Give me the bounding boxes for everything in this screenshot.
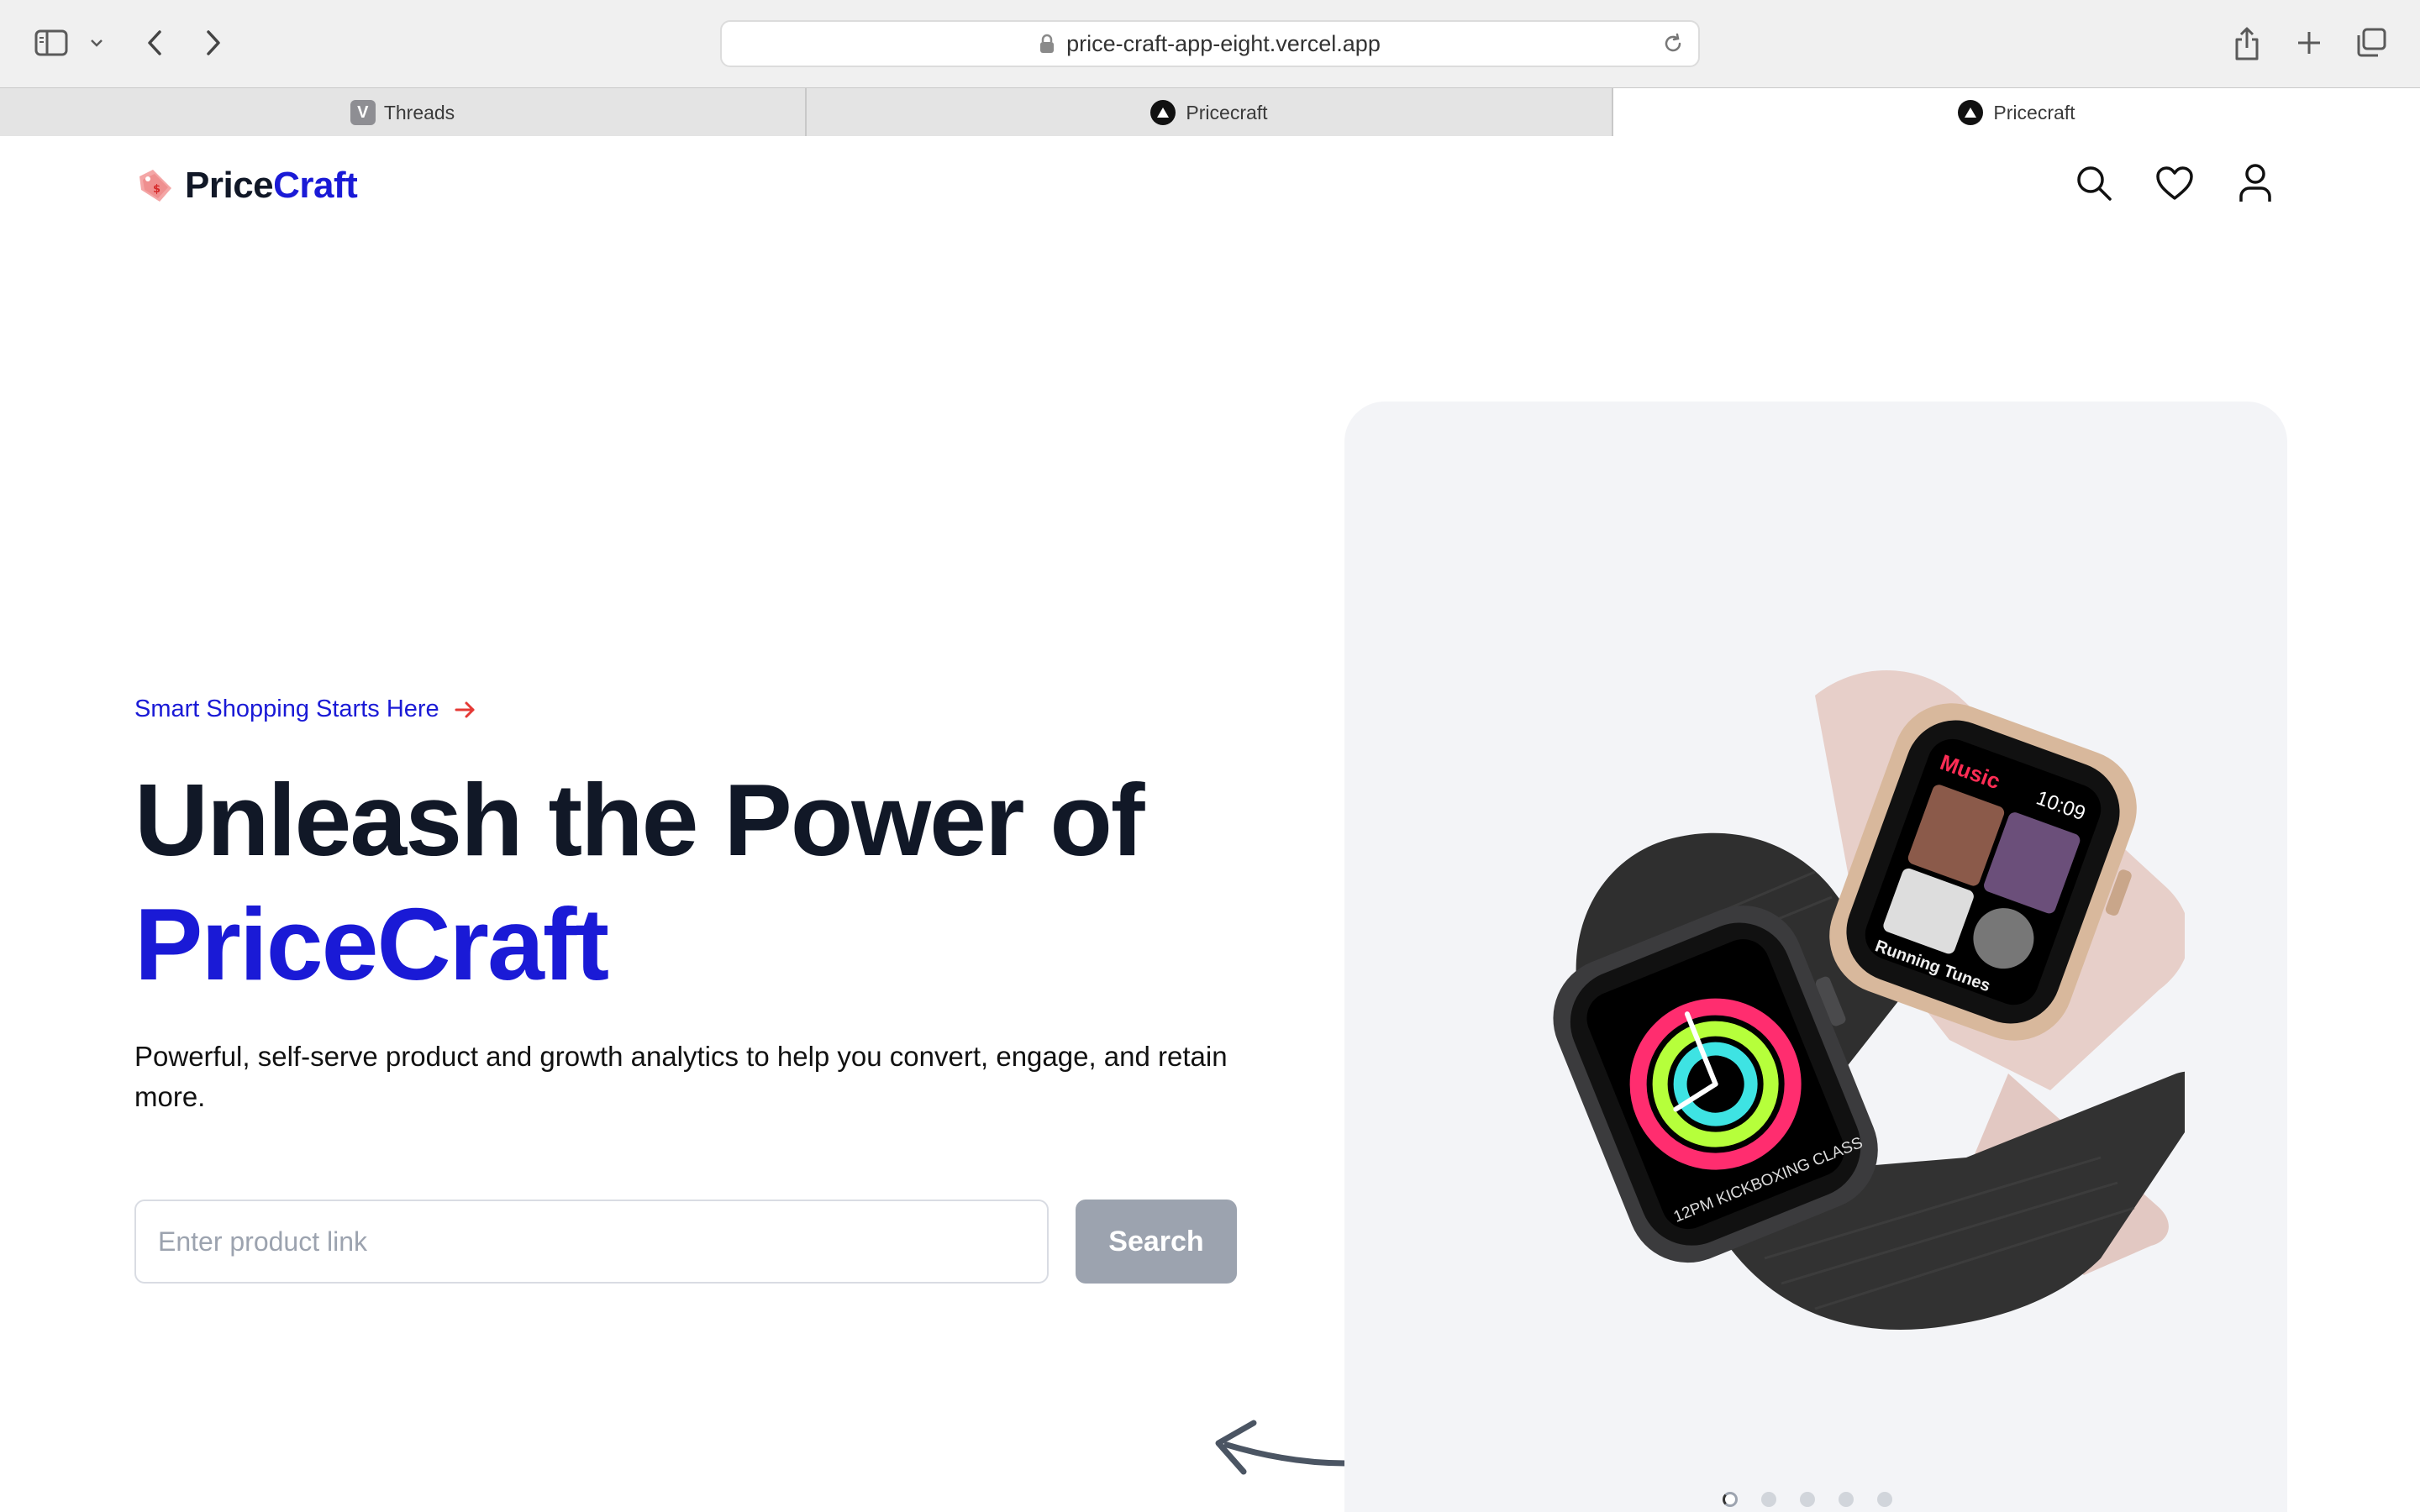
forward-icon[interactable] <box>198 25 229 60</box>
threads-favicon-icon: V <box>350 100 376 125</box>
user-icon[interactable] <box>2233 161 2277 205</box>
hero-title-line1: Unleash the Power of <box>134 763 1145 877</box>
hero-tagline[interactable]: Smart Shopping Starts Here <box>134 696 476 723</box>
address-bar[interactable]: price-craft-app-eight.vercel.app <box>720 20 1700 67</box>
hero-description: Powerful, self-serve product and growth … <box>134 1041 1228 1112</box>
smartwatch-product-image: Music 10:09 Running Tunes 12PM KICKBOXIN… <box>1553 670 2185 1330</box>
browser-toolbar: price-craft-app-eight.vercel.app <box>0 0 2420 87</box>
triangle-favicon-icon <box>1958 100 1984 125</box>
tab-title: Pricecraft <box>1186 101 1268 123</box>
triangle-favicon-icon <box>1150 100 1176 125</box>
sidebar-toggle-icon[interactable] <box>32 25 71 60</box>
lock-icon <box>1040 34 1055 53</box>
product-carousel[interactable]: Music 10:09 Running Tunes 12PM KICKBOXIN… <box>1344 402 2287 1512</box>
price-tag-logo-icon: $ <box>139 170 171 202</box>
share-icon[interactable] <box>2228 24 2265 64</box>
product-link-input[interactable] <box>134 1200 1049 1284</box>
hero-title-brand: PriceCraft <box>134 887 609 1001</box>
carousel-dot[interactable] <box>1723 1492 1738 1507</box>
tab-title: Pricecraft <box>1993 101 2075 123</box>
svg-text:$: $ <box>153 183 160 196</box>
header-actions <box>2072 161 2277 205</box>
reload-icon[interactable] <box>1661 32 1685 60</box>
search-button[interactable]: Search <box>1076 1200 1237 1284</box>
tab-strip: V Threads Pricecraft Pricecraft <box>0 87 2420 137</box>
carousel-dot[interactable] <box>1800 1492 1815 1507</box>
carousel-dot[interactable] <box>1839 1492 1854 1507</box>
page: $ PriceCraft Smart Shopping Starts Here … <box>0 136 2420 1512</box>
tab-overview-icon[interactable] <box>2353 25 2390 60</box>
tab-pricecraft-active[interactable]: Pricecraft <box>1613 88 2420 137</box>
tab-title: Threads <box>383 101 455 123</box>
hero-title: Unleash the Power of PriceCraft <box>134 758 1145 1006</box>
logo-text-craft: Craft <box>273 165 358 206</box>
search-icon[interactable] <box>2072 161 2116 205</box>
arrow-right-icon <box>455 701 475 717</box>
url-text: price-craft-app-eight.vercel.app <box>1066 30 1381 56</box>
tab-pricecraft[interactable]: Pricecraft <box>807 88 1613 137</box>
carousel-dot[interactable] <box>1877 1492 1892 1507</box>
back-icon[interactable] <box>139 25 170 60</box>
carousel-dot[interactable] <box>1761 1492 1776 1507</box>
heart-icon[interactable] <box>2153 161 2196 205</box>
new-tab-icon[interactable] <box>2292 25 2326 60</box>
tab-threads[interactable]: V Threads <box>0 88 807 137</box>
tagline-text: Smart Shopping Starts Here <box>134 696 439 722</box>
site-logo[interactable]: $ PriceCraft <box>134 165 358 207</box>
carousel-dots <box>1723 1492 1892 1507</box>
logo-text-price: Price <box>185 165 274 206</box>
chevron-down-icon[interactable] <box>87 32 106 54</box>
